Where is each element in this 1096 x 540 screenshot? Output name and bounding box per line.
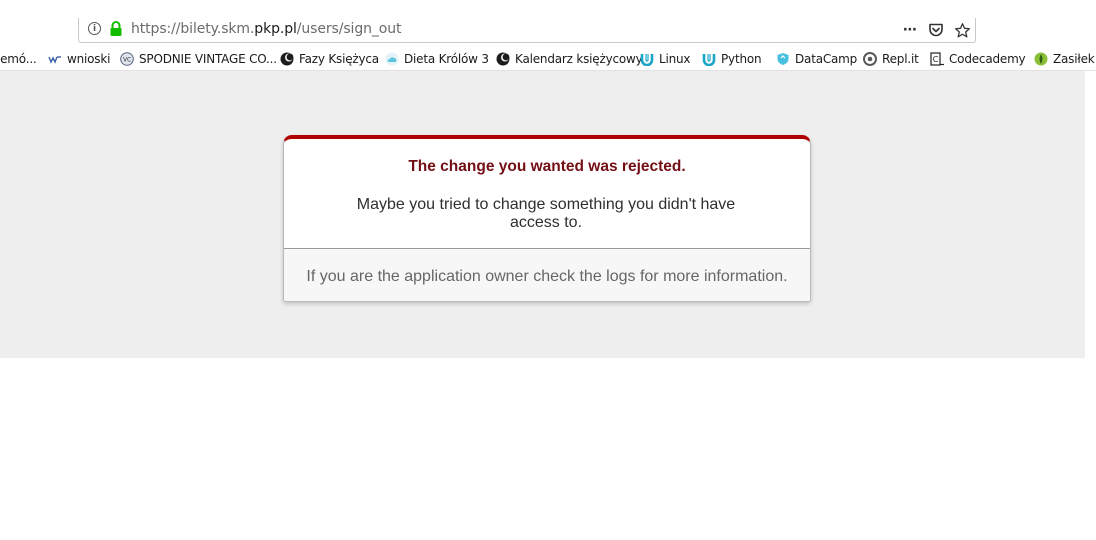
codecademy-icon: C <box>930 52 944 66</box>
bookmark-item[interactable]: wnioski <box>48 50 110 68</box>
bookmark-item[interactable]: Dieta Królów 3 <box>385 50 489 68</box>
bookmarks-bar: zemó... wnioski VC SPODNIE VINTAGE CO...… <box>0 48 1096 71</box>
moon-icon <box>280 52 294 66</box>
replit-icon <box>863 52 877 66</box>
page-actions-icon[interactable]: ⋯ <box>903 22 918 38</box>
page-content: The change you wanted was rejected. Mayb… <box>0 71 1085 358</box>
error-message: Maybe you tried to change something you … <box>356 196 736 231</box>
udemy-icon <box>702 54 716 66</box>
bookmark-item[interactable]: Fazy Księżyca <box>280 50 379 68</box>
pocket-icon[interactable] <box>928 22 944 38</box>
bookmark-label: Fazy Księżyca <box>299 52 379 66</box>
bookmark-label: Linux <box>659 52 691 66</box>
moon-icon <box>496 52 510 66</box>
leaf-icon <box>1034 52 1048 66</box>
bookmark-item[interactable]: zemó... <box>0 50 37 68</box>
udemy-icon <box>640 54 654 66</box>
url-text[interactable]: https://bilety.skm.pkp.pl/users/sign_out <box>131 21 402 37</box>
bookmark-label: zemó... <box>0 52 37 66</box>
lock-icon[interactable] <box>109 21 123 37</box>
bookmark-item[interactable]: Python <box>702 50 762 68</box>
bookmark-item[interactable]: Zasiłek <box>1034 50 1095 68</box>
wnioski-icon <box>48 56 61 64</box>
address-bar[interactable]: i https://bilety.skm.pkp.pl/users/sign_o… <box>78 18 976 43</box>
url-host: pkp.pl <box>254 21 297 37</box>
star-icon[interactable] <box>954 22 971 39</box>
bookmark-label: DataCamp <box>795 52 858 66</box>
url-prefix: https://bilety.skm. <box>131 21 255 37</box>
datacamp-icon <box>777 53 789 65</box>
svg-text:VC: VC <box>123 57 131 64</box>
browser-toolbar: i https://bilety.skm.pkp.pl/users/sign_o… <box>0 0 1096 48</box>
error-dialog-body: The change you wanted was rejected. Mayb… <box>284 139 810 249</box>
svg-text:C: C <box>933 55 939 64</box>
error-title: The change you wanted was rejected. <box>408 158 686 175</box>
bookmark-item[interactable]: VC SPODNIE VINTAGE CO... <box>120 50 277 68</box>
bookmark-label: Codecademy <box>949 52 1026 66</box>
bookmark-label: Python <box>721 52 762 66</box>
bookmark-label: SPODNIE VINTAGE CO... <box>139 52 277 66</box>
shop-icon: VC <box>120 52 134 66</box>
info-icon[interactable]: i <box>88 22 101 35</box>
error-dialog: The change you wanted was rejected. Mayb… <box>283 135 811 302</box>
bookmark-label: Dieta Królów 3 <box>404 52 489 66</box>
bookmark-item[interactable]: C Codecademy <box>930 50 1026 68</box>
bookmark-item[interactable]: Linux <box>640 50 691 68</box>
bookmark-label: Zasiłek <box>1053 52 1095 66</box>
bookmark-item[interactable]: Kalendarz księżycowy <box>496 50 643 68</box>
error-dialog-footer: If you are the application owner check t… <box>284 249 810 301</box>
bookmark-label: wnioski <box>67 52 111 66</box>
bookmark-label: Repl.it <box>882 52 919 66</box>
url-path: /users/sign_out <box>296 21 402 37</box>
bookmark-item[interactable]: DataCamp <box>776 50 857 68</box>
bookmark-item[interactable]: Repl.it <box>863 50 919 68</box>
error-footer-text: If you are the application owner check t… <box>306 268 788 285</box>
cloud-icon <box>385 52 399 66</box>
bookmark-label: Kalendarz księżycowy <box>515 52 643 66</box>
